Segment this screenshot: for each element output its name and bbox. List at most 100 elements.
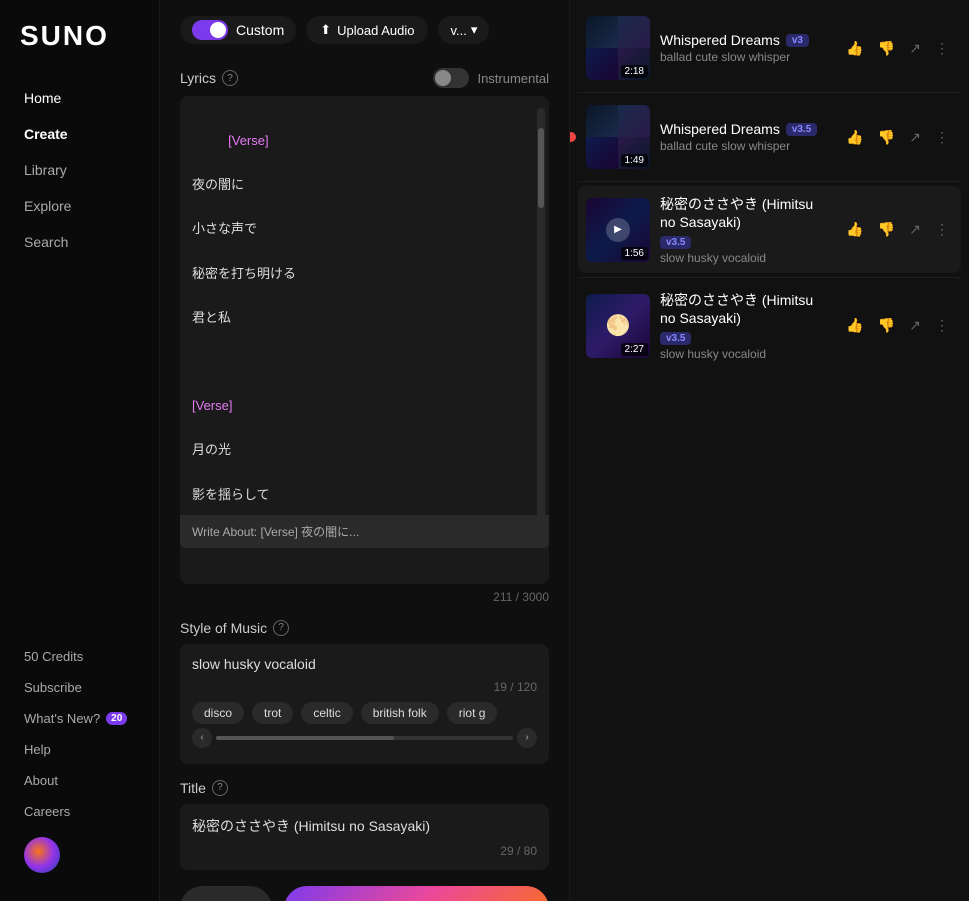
title-section: Title ? 秘密のささやき (Himitsu no Sasayaki) 29… xyxy=(180,780,549,870)
song-title-2: Whispered Dreams v3.5 xyxy=(660,121,832,137)
title-text: 秘密のささやき (Himitsu no Sasayaki) xyxy=(192,816,537,836)
tag-celtic[interactable]: celtic xyxy=(301,702,352,724)
scroll-left-arrow[interactable]: ‹ xyxy=(192,728,212,748)
title-box[interactable]: 秘密のささやき (Himitsu no Sasayaki) 29 / 80 xyxy=(180,804,549,870)
tags-scroll: ‹ › xyxy=(192,728,537,748)
dislike-button-4[interactable]: 👎 xyxy=(874,313,899,338)
main-scroll: Custom ⬆ Upload Audio v... ▾ Lyrics ? xyxy=(160,0,569,901)
custom-label: Custom xyxy=(236,22,284,38)
lyrics-scrollbar[interactable] xyxy=(537,108,545,548)
rec-dot-2 xyxy=(569,132,576,142)
lyrics-box[interactable]: [Verse] 夜の闇に 小さな声で 秘密を打ち明ける 君と私 [Verse] … xyxy=(180,96,549,584)
style-counter: 19 / 120 xyxy=(192,680,537,694)
whats-new-item[interactable]: What's New? 20 xyxy=(12,705,147,732)
song-card-1[interactable]: 2:18 Whispered Dreams v3 ballad cute slo… xyxy=(578,8,961,88)
more-button-1[interactable]: ⋮ xyxy=(931,36,953,61)
lyrics-section: Lyrics ? Instrumental [Verse] 夜の闇に 小さな声で… xyxy=(180,68,549,604)
title-counter: 29 / 80 xyxy=(192,844,537,858)
song-thumb-2: 1:49 xyxy=(586,105,650,169)
tag-trot[interactable]: trot xyxy=(252,702,293,724)
song-thumb-3: ▶ 1:56 xyxy=(586,198,650,262)
song-duration-3: 1:56 xyxy=(621,247,648,260)
scroll-fill xyxy=(216,736,394,740)
dislike-button-1[interactable]: 👎 xyxy=(874,36,899,61)
instrumental-toggle[interactable]: Instrumental xyxy=(433,68,549,88)
style-label: Style of Music xyxy=(180,620,267,636)
main-content: Custom ⬆ Upload Audio v... ▾ Lyrics ? xyxy=(160,0,569,901)
thumb-cell-tr-2 xyxy=(618,105,650,137)
tag-british-folk[interactable]: british folk xyxy=(361,702,439,724)
thumb-cell-bl-1 xyxy=(586,48,618,80)
title-help-icon[interactable]: ? xyxy=(212,780,228,796)
style-box[interactable]: slow husky vocaloid 19 / 120 disco trot … xyxy=(180,644,549,764)
tag-disco[interactable]: disco xyxy=(192,702,244,724)
thumb-cell-tl-2 xyxy=(586,105,618,137)
thumb-cell-tr-1 xyxy=(618,16,650,48)
song-thumb-4: 🌕 2:27 xyxy=(586,294,650,358)
song-info-2: Whispered Dreams v3.5 ballad cute slow w… xyxy=(660,121,832,153)
avatar[interactable] xyxy=(24,837,60,873)
subscribe-item[interactable]: Subscribe xyxy=(12,674,147,701)
share-button-4[interactable]: ↗ xyxy=(905,313,925,338)
like-button-3[interactable]: 👍 xyxy=(842,217,867,242)
clear-button[interactable]: Clear xyxy=(180,886,272,901)
song-actions-3: 👍 👎 ↗ ⋮ xyxy=(842,217,953,242)
song-tags-4: slow husky vocaloid xyxy=(660,347,832,361)
song-card-2[interactable]: 1:49 Whispered Dreams v3.5 ballad cute s… xyxy=(578,97,961,177)
divider-1 xyxy=(578,92,961,93)
create-button[interactable]: ♪ Create xyxy=(284,886,549,901)
share-button-2[interactable]: ↗ xyxy=(905,125,925,150)
thumb-bg-3: ▶ 1:56 xyxy=(586,198,650,262)
share-button-1[interactable]: ↗ xyxy=(905,36,925,61)
about-item[interactable]: About xyxy=(12,767,147,794)
style-section: Style of Music ? slow husky vocaloid 19 … xyxy=(180,620,549,764)
more-button-2[interactable]: ⋮ xyxy=(931,125,953,150)
like-button-2[interactable]: 👍 xyxy=(842,125,867,150)
thumb-cell-bl-2 xyxy=(586,137,618,169)
lyrics-header: Lyrics ? Instrumental xyxy=(180,68,549,88)
style-help-icon[interactable]: ? xyxy=(273,620,289,636)
song-tags-3: slow husky vocaloid xyxy=(660,251,832,265)
song-duration-2: 1:49 xyxy=(621,154,648,167)
song-thumb-1: 2:18 xyxy=(586,16,650,80)
song-title-4: 秘密のささやき (Himitsu no Sasayaki) v3.5 xyxy=(660,290,832,345)
sidebar-item-home[interactable]: Home xyxy=(12,82,147,114)
write-about-hint[interactable]: Write About: [Verse] 夜の闇に... xyxy=(180,515,549,548)
thumb-cell-tl-1 xyxy=(586,16,618,48)
bottom-buttons: Clear ♪ Create xyxy=(180,886,549,901)
version-badge-1: v3 xyxy=(786,34,809,47)
version-button[interactable]: v... ▾ xyxy=(438,16,489,44)
moon-icon: 🌕 xyxy=(606,313,631,338)
song-card-3[interactable]: ▶ 1:56 秘密のささやき (Himitsu no Sasayaki) v3.… xyxy=(578,186,961,273)
credits-item[interactable]: 50 Credits xyxy=(12,643,147,670)
sidebar-item-library[interactable]: Library xyxy=(12,154,147,186)
song-title-3: 秘密のささやき (Himitsu no Sasayaki) v3.5 xyxy=(660,194,832,249)
careers-item[interactable]: Careers xyxy=(12,798,147,825)
divider-3 xyxy=(578,277,961,278)
right-panel: 2:18 Whispered Dreams v3 ballad cute slo… xyxy=(569,0,969,901)
scroll-right-arrow[interactable]: › xyxy=(517,728,537,748)
dislike-button-2[interactable]: 👎 xyxy=(874,125,899,150)
lyrics-help-icon[interactable]: ? xyxy=(222,70,238,86)
more-button-4[interactable]: ⋮ xyxy=(931,313,953,338)
upload-icon: ⬆ xyxy=(320,22,331,38)
play-overlay-3[interactable]: ▶ xyxy=(606,218,630,242)
dislike-button-3[interactable]: 👎 xyxy=(874,217,899,242)
like-button-4[interactable]: 👍 xyxy=(842,313,867,338)
instrumental-track[interactable] xyxy=(433,68,469,88)
help-item[interactable]: Help xyxy=(12,736,147,763)
upload-audio-button[interactable]: ⬆ Upload Audio xyxy=(306,16,428,44)
tag-riot[interactable]: riot g xyxy=(447,702,498,724)
sidebar-item-search[interactable]: Search xyxy=(12,226,147,258)
more-button-3[interactable]: ⋮ xyxy=(931,217,953,242)
version-badge-2: v3.5 xyxy=(786,123,817,136)
custom-toggle[interactable]: Custom xyxy=(180,16,296,44)
sidebar-item-explore[interactable]: Explore xyxy=(12,190,147,222)
song-card-4[interactable]: 🌕 2:27 秘密のささやき (Himitsu no Sasayaki) v3.… xyxy=(578,282,961,369)
share-button-3[interactable]: ↗ xyxy=(905,217,925,242)
scroll-track xyxy=(216,736,513,740)
sidebar-item-create[interactable]: Create xyxy=(12,118,147,150)
song-duration-1: 2:18 xyxy=(621,65,648,78)
like-button-1[interactable]: 👍 xyxy=(842,36,867,61)
whats-new-badge: 20 xyxy=(106,712,127,725)
